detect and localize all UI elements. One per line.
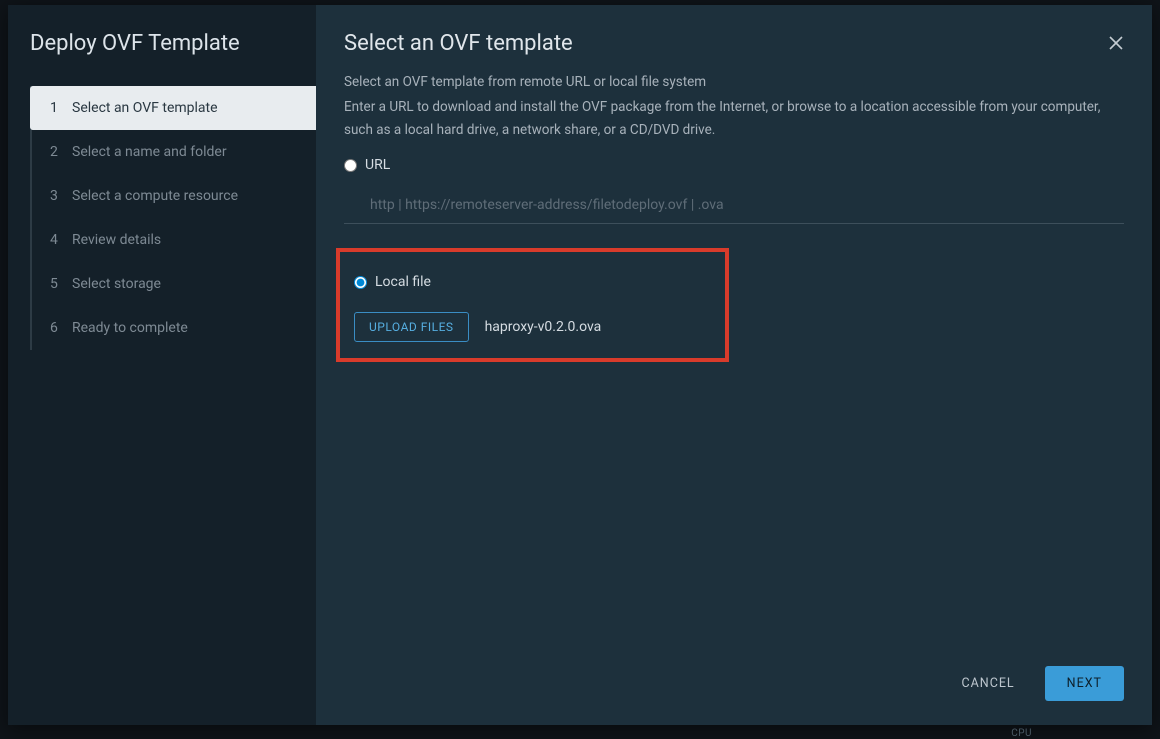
step-number: 2 xyxy=(50,144,68,160)
upload-files-button[interactable]: UPLOAD FILES xyxy=(354,312,469,342)
step-number: 4 xyxy=(50,232,68,248)
local-file-option-row: Local file xyxy=(354,274,711,290)
step-select-compute-resource[interactable]: 3 Select a compute resource xyxy=(32,174,316,218)
step-label: Select an OVF template xyxy=(72,100,218,116)
step-label: Ready to complete xyxy=(72,320,188,336)
step-number: 5 xyxy=(50,276,68,292)
wizard-title: Deploy OVF Template xyxy=(8,31,316,86)
deploy-ovf-modal: Deploy OVF Template 1 Select an OVF temp… xyxy=(8,5,1152,725)
wizard-steps: 1 Select an OVF template 2 Select a name… xyxy=(30,86,316,350)
next-button[interactable]: NEXT xyxy=(1045,666,1124,701)
wizard-footer: CANCEL NEXT xyxy=(344,646,1124,725)
step-select-ovf-template[interactable]: 1 Select an OVF template xyxy=(30,86,316,130)
panel-title: Select an OVF template xyxy=(344,31,1124,56)
url-radio-label[interactable]: URL xyxy=(365,157,390,173)
background-cpu-label: CPU xyxy=(1011,728,1032,739)
upload-row: UPLOAD FILES haproxy-v0.2.0.ova xyxy=(354,312,711,342)
step-label: Select storage xyxy=(72,276,161,292)
step-label: Select a compute resource xyxy=(72,188,238,204)
step-number: 3 xyxy=(50,188,68,204)
step-label: Review details xyxy=(72,232,161,248)
step-select-storage[interactable]: 5 Select storage xyxy=(32,262,316,306)
step-number: 1 xyxy=(50,100,68,116)
url-option-row: URL xyxy=(344,157,1124,173)
step-label: Select a name and folder xyxy=(72,144,227,160)
panel-subtitle: Select an OVF template from remote URL o… xyxy=(344,72,1124,94)
step-ready-to-complete[interactable]: 6 Ready to complete xyxy=(32,306,316,350)
cancel-button[interactable]: CANCEL xyxy=(947,666,1028,701)
wizard-main-panel: Select an OVF template Select an OVF tem… xyxy=(316,5,1152,725)
url-radio[interactable] xyxy=(344,159,357,172)
close-button[interactable] xyxy=(1108,35,1128,55)
close-icon xyxy=(1108,35,1124,51)
step-number: 6 xyxy=(50,320,68,336)
selected-filename: haproxy-v0.2.0.ova xyxy=(485,319,602,335)
step-select-name-folder[interactable]: 2 Select a name and folder xyxy=(32,130,316,174)
wizard-sidebar: Deploy OVF Template 1 Select an OVF temp… xyxy=(8,5,316,725)
local-file-highlight: Local file UPLOAD FILES haproxy-v0.2.0.o… xyxy=(336,248,729,362)
step-review-details[interactable]: 4 Review details xyxy=(32,218,316,262)
local-file-radio-label[interactable]: Local file xyxy=(375,274,431,290)
local-file-radio[interactable] xyxy=(354,276,367,289)
url-input[interactable] xyxy=(344,187,1124,224)
panel-description: Enter a URL to download and install the … xyxy=(344,96,1124,142)
